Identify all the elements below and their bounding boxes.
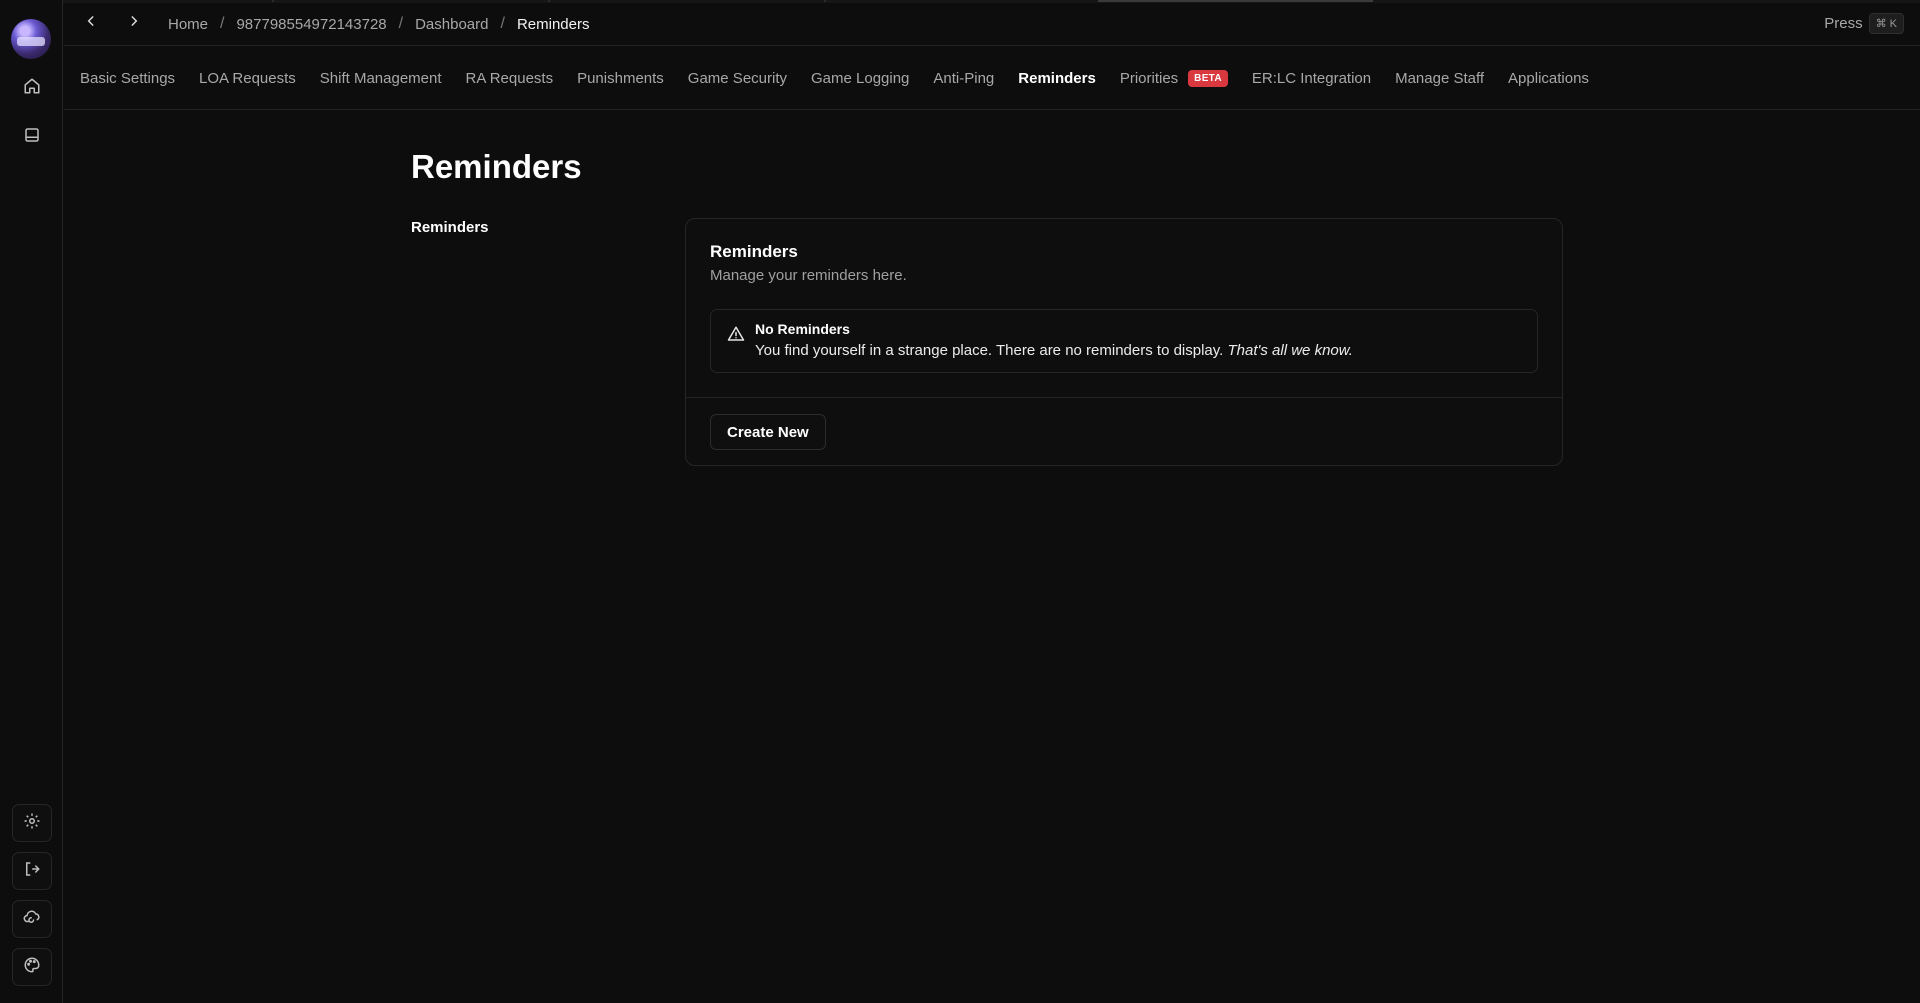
tab-erlc-integration[interactable]: ER:LC Integration — [1252, 70, 1371, 87]
alert-title: No Reminders — [755, 321, 850, 337]
breadcrumb-separator: / — [220, 15, 225, 32]
cloud-refresh-icon — [23, 908, 41, 931]
shortcut-key: ⌘ K — [1868, 13, 1904, 34]
section-nav-reminders[interactable]: Reminders — [411, 219, 489, 236]
logout-icon — [23, 860, 41, 883]
avatar[interactable] — [11, 19, 51, 59]
press-label: Press — [1824, 15, 1863, 32]
tab-priorities-label: Priorities — [1119, 69, 1179, 87]
settings-icon — [23, 812, 41, 835]
alert-emphasis: That's all we know. — [1227, 342, 1353, 359]
breadcrumb-server-id[interactable]: 987798554972143728 — [236, 16, 386, 33]
panel-icon[interactable] — [17, 120, 47, 150]
tab-manage-staff[interactable]: Manage Staff — [1395, 70, 1484, 87]
card-divider — [686, 397, 1562, 398]
tab-basic-settings[interactable]: Basic Settings — [80, 70, 175, 87]
chevron-left-icon — [84, 14, 98, 33]
theme-button[interactable] — [12, 948, 52, 986]
tab-anti-ping[interactable]: Anti-Ping — [933, 70, 994, 87]
command-palette-hint[interactable]: Press ⌘ K — [1824, 13, 1904, 34]
sidebar — [0, 0, 63, 1003]
breadcrumb-current: Reminders — [516, 15, 590, 33]
reminders-card: Reminders Manage your reminders here. No… — [685, 218, 1563, 466]
page-title: Reminders — [411, 148, 582, 185]
breadcrumb-separator: / — [500, 15, 505, 32]
breadcrumb-separator: / — [398, 15, 404, 32]
tab-reminders[interactable]: Reminders — [1018, 70, 1096, 87]
create-new-button[interactable]: Create New — [710, 414, 826, 450]
breadcrumb-dashboard[interactable]: Dashboard — [415, 16, 488, 33]
top-bar: Home / 987798554972143728 / Dashboard / … — [64, 3, 1920, 46]
breadcrumb-home[interactable]: Home — [168, 16, 208, 33]
tab-game-logging[interactable]: Game Logging — [811, 70, 909, 87]
settings-tabs: Basic Settings LOA Requests Shift Manage… — [64, 47, 1920, 110]
beta-badge: BETA — [1188, 69, 1228, 87]
tab-applications[interactable]: Applications — [1508, 70, 1589, 87]
empty-state-alert: No Reminders You find yourself in a stra… — [710, 309, 1538, 373]
warning-icon — [727, 325, 745, 343]
card-description: Manage your reminders here. — [710, 267, 907, 284]
tab-loa-requests[interactable]: LOA Requests — [199, 70, 296, 87]
back-button[interactable] — [80, 12, 102, 34]
tab-ra-requests[interactable]: RA Requests — [466, 70, 554, 87]
sync-button[interactable] — [12, 900, 52, 938]
logout-button[interactable] — [12, 852, 52, 890]
forward-button[interactable] — [123, 12, 145, 34]
tab-shift-management[interactable]: Shift Management — [320, 70, 442, 87]
tab-punishments[interactable]: Punishments — [577, 70, 664, 87]
card-title: Reminders — [710, 242, 798, 261]
tab-priorities[interactable]: Priorities BETA — [1119, 69, 1228, 87]
palette-icon — [23, 956, 41, 979]
alert-text: You find yourself in a strange place. Th… — [755, 342, 1224, 359]
home-icon[interactable] — [17, 71, 47, 101]
alert-message: You find yourself in a strange place. Th… — [755, 342, 1353, 359]
settings-button[interactable] — [12, 804, 52, 842]
breadcrumb: Home / 987798554972143728 / Dashboard / … — [168, 15, 589, 33]
tab-game-security[interactable]: Game Security — [688, 70, 787, 87]
chevron-right-icon — [127, 14, 141, 33]
